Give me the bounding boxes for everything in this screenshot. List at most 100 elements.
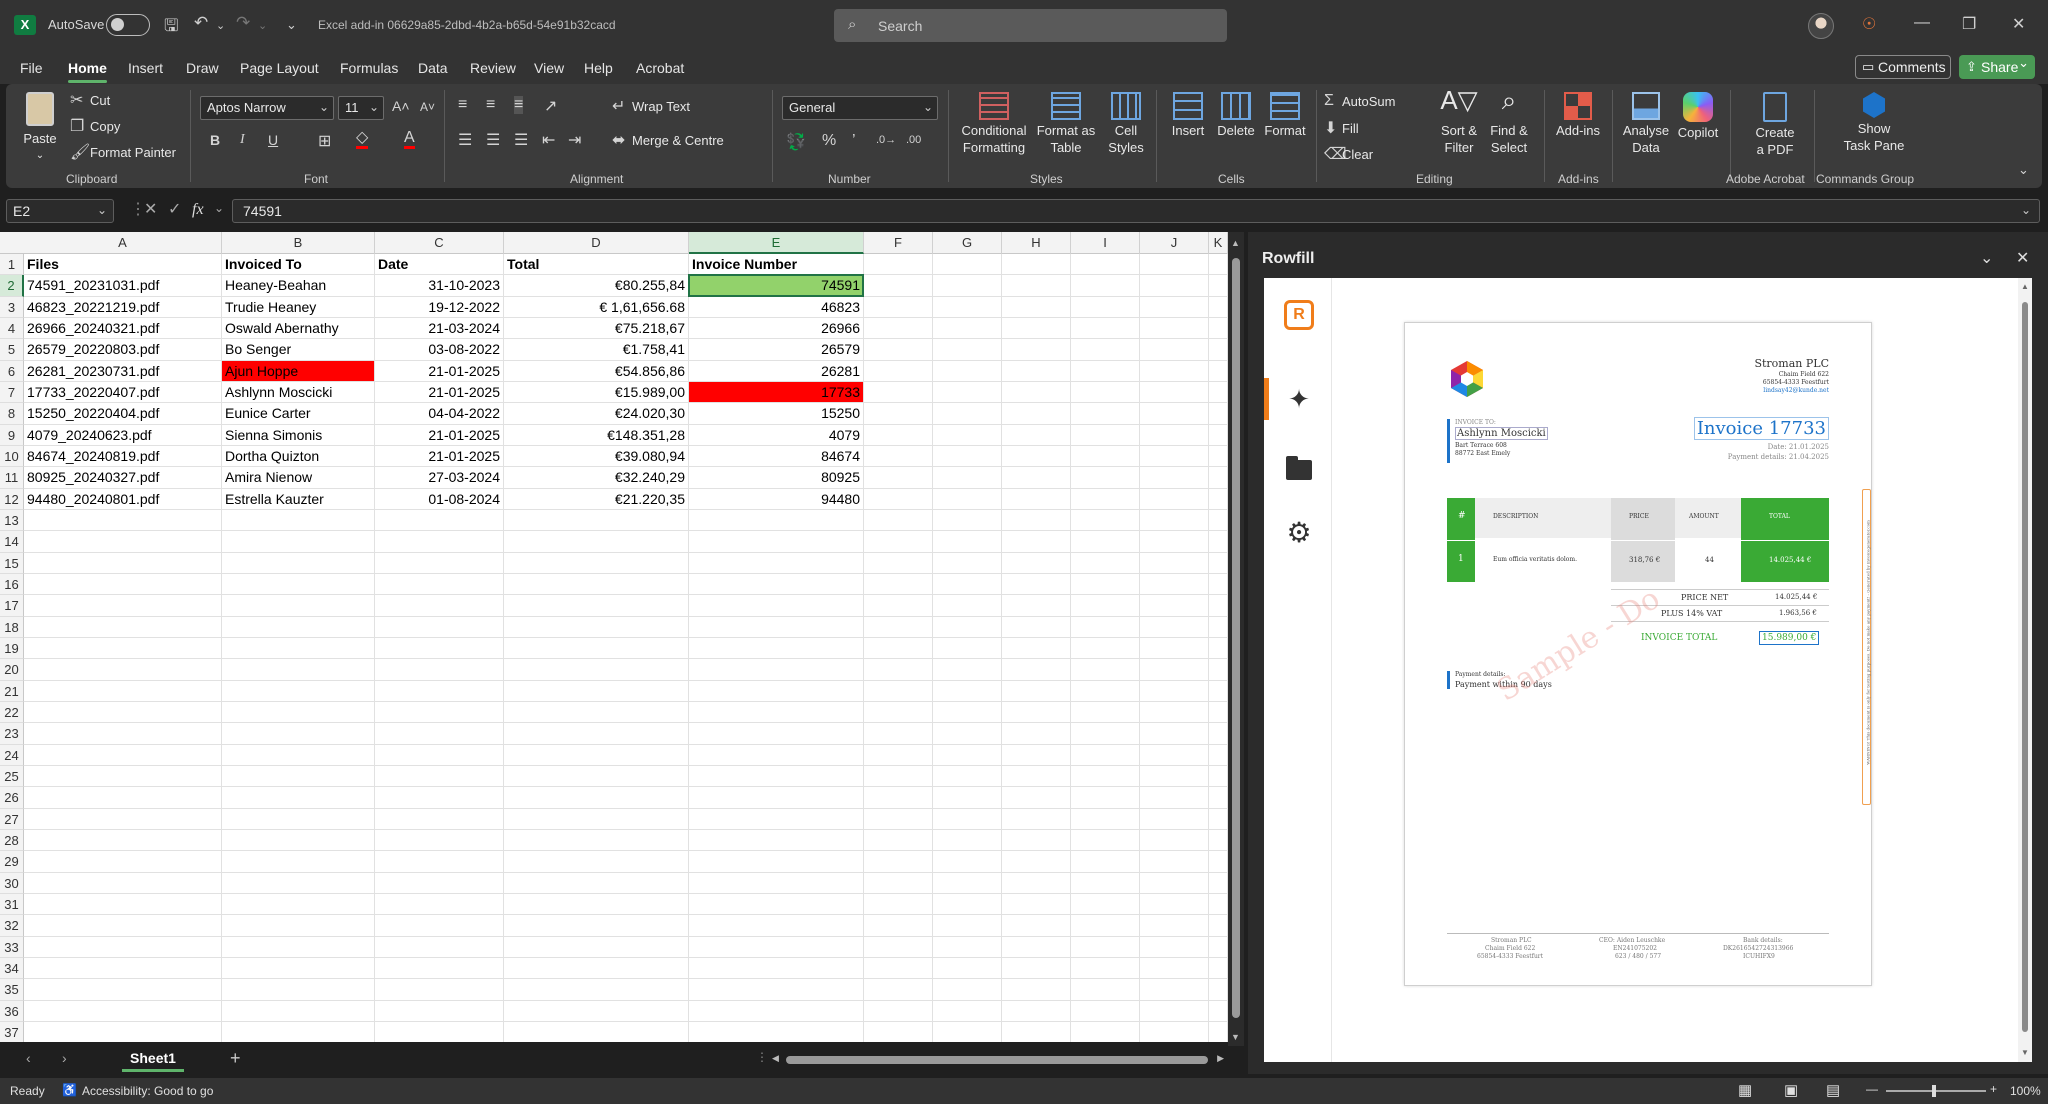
page-break-view-icon[interactable]: ▤ [1826, 1081, 1840, 1099]
number-format-select[interactable]: General ⌄ [782, 96, 938, 120]
cancel-icon[interactable]: ✕ [144, 199, 157, 219]
normal-view-icon[interactable]: ▦ [1738, 1081, 1752, 1099]
table-cell[interactable]: 26281 [689, 360, 864, 382]
format-cells-button[interactable]: Format [1260, 92, 1310, 139]
table-cell[interactable]: Amira Nienow [222, 467, 375, 489]
gear-icon[interactable]: ⚙ [1284, 518, 1314, 548]
autosave-toggle[interactable] [106, 14, 150, 36]
format-as-table-button[interactable]: Format as Table [1034, 92, 1098, 156]
table-header-cell[interactable]: Date [375, 254, 504, 276]
autosum-button[interactable]: AutoSum [1342, 94, 1395, 109]
customize-toolbar-icon[interactable]: ⌄ [286, 17, 297, 33]
scroll-down-icon[interactable]: ▼ [2021, 1048, 2029, 1057]
menu-draw[interactable]: Draw [186, 60, 219, 76]
zoom-out-icon[interactable]: — [1866, 1082, 1878, 1096]
chevron-down-icon[interactable]: ⌄ [214, 201, 224, 215]
column-header-a[interactable]: A [24, 232, 222, 254]
align-center-icon[interactable]: ☰ [486, 130, 500, 150]
cut-button[interactable]: Cut [90, 93, 110, 108]
close-icon[interactable]: ✕ [2012, 14, 2025, 34]
row-header-20[interactable]: 20 [0, 659, 24, 681]
table-cell[interactable]: Trudie Heaney [222, 296, 375, 318]
show-task-pane-button[interactable]: Show Task Pane [1832, 92, 1916, 154]
row-header-8[interactable]: 8 [0, 403, 24, 425]
row-header-27[interactable]: 27 [0, 808, 24, 830]
table-cell[interactable]: €24.020,30 [504, 403, 689, 425]
vertical-scrollbar[interactable]: ▲ ▼ [1228, 232, 1244, 1048]
scroll-right-icon[interactable]: ▶ [1217, 1053, 1224, 1064]
zoom-slider[interactable] [1886, 1085, 1986, 1097]
menu-page-layout[interactable]: Page Layout [240, 60, 319, 76]
preview-scroll-thumb[interactable] [2022, 302, 2028, 1032]
row-header-1[interactable]: 1 [0, 254, 24, 276]
scroll-down-icon[interactable]: ▼ [1231, 1032, 1240, 1042]
row-header-31[interactable]: 31 [0, 893, 24, 916]
spreadsheet-grid[interactable]: ABCDEFGHIJK 1 2 3 4 5 6 7 8 9 10 11 12 13 14 15 16 17 18 1… [0, 232, 1228, 1042]
column-header-h[interactable]: H [1002, 232, 1071, 254]
collapse-ribbon-icon[interactable]: ⌄ [2018, 162, 2029, 178]
increase-indent-icon[interactable]: ⇥ [568, 130, 581, 150]
row-header-33[interactable]: 33 [0, 936, 24, 958]
insert-function-icon[interactable]: fx [192, 201, 204, 219]
merge-centre-button[interactable]: Merge & Centre [632, 133, 724, 148]
table-cell[interactable]: 21-01-2025 [375, 445, 504, 468]
font-color-icon[interactable]: A [404, 130, 415, 149]
row-header-4[interactable]: 4 [0, 317, 24, 340]
increase-decimal-icon[interactable]: .0→ [876, 134, 896, 146]
accounting-format-icon[interactable]: 💱 [786, 132, 806, 152]
table-cell[interactable]: €54.856,86 [504, 360, 689, 382]
undo-dropdown-icon[interactable]: ⌄ [216, 19, 225, 32]
table-cell[interactable]: 26281_20230731.pdf [24, 360, 222, 382]
accessibility-status[interactable]: Accessibility: Good to go [82, 1084, 213, 1098]
increase-font-icon[interactable]: A˄ [392, 98, 410, 114]
column-header-i[interactable]: I [1071, 232, 1140, 254]
column-header-k[interactable]: K [1209, 232, 1228, 254]
menu-review[interactable]: Review [470, 60, 516, 76]
sheet-tab-sheet1[interactable]: Sheet1 [122, 1046, 184, 1072]
row-header-15[interactable]: 15 [0, 552, 24, 574]
column-header-c[interactable]: C [375, 232, 504, 254]
fill-color-icon[interactable]: ◇ [356, 130, 369, 149]
row-header-30[interactable]: 30 [0, 872, 24, 894]
table-cell[interactable]: €15.989,00 [504, 381, 689, 404]
scroll-left-icon[interactable]: ◀ [772, 1053, 779, 1064]
table-cell[interactable]: 19-12-2022 [375, 296, 504, 318]
table-cell[interactable]: 94480 [689, 488, 864, 510]
scroll-up-icon[interactable]: ▲ [1231, 238, 1240, 248]
lightbulb-icon[interactable]: ☉ [1862, 14, 1876, 34]
table-cell[interactable]: 80925 [689, 467, 864, 489]
expand-formula-icon[interactable]: ⌄ [2021, 199, 2031, 221]
menu-help[interactable]: Help [584, 60, 613, 76]
enter-icon[interactable]: ✓ [168, 199, 181, 219]
paste-button[interactable]: Paste ⌄ [18, 92, 62, 164]
table-cell[interactable]: Ashlynn Moscicki [222, 381, 375, 404]
row-header-7[interactable]: 7 [0, 381, 24, 404]
menu-acrobat[interactable]: Acrobat [636, 60, 684, 76]
add-sheet-icon[interactable]: + [230, 1048, 241, 1069]
horizontal-scrollbar[interactable]: ◀ ▶ [772, 1053, 1224, 1066]
table-cell[interactable]: Heaney-Beahan [222, 275, 375, 297]
split-handle-icon[interactable]: ⋮ [756, 1050, 768, 1064]
table-cell[interactable]: Estrella Kauzter [222, 488, 375, 510]
table-cell[interactable]: 15250_20220404.pdf [24, 403, 222, 425]
table-cell[interactable]: 80925_20240327.pdf [24, 467, 222, 489]
menu-file[interactable]: File [20, 60, 43, 76]
comments-button[interactable]: Comments [1855, 55, 1951, 79]
italic-icon[interactable]: I [240, 132, 245, 148]
scroll-up-icon[interactable]: ▲ [2021, 282, 2029, 291]
copilot-button[interactable]: Copilot [1672, 92, 1724, 141]
copy-button[interactable]: Copy [90, 119, 120, 134]
column-header-f[interactable]: F [864, 232, 933, 254]
row-header-37[interactable]: 37 [0, 1021, 24, 1042]
table-cell[interactable]: Oswald Abernathy [222, 317, 375, 340]
table-cell[interactable]: 84674_20240819.pdf [24, 445, 222, 468]
clear-button[interactable]: Clear [1342, 147, 1373, 162]
row-header-18[interactable]: 18 [0, 616, 24, 638]
borders-icon[interactable]: ⊞ [318, 131, 331, 151]
table-cell[interactable]: 74591_20231031.pdf [24, 275, 222, 297]
table-cell[interactable]: 21-03-2024 [375, 317, 504, 340]
table-cell[interactable]: €148.351,28 [504, 424, 689, 446]
decrease-font-icon[interactable]: A˅ [420, 100, 435, 114]
table-cell[interactable]: 15250 [689, 403, 864, 425]
menu-formulas[interactable]: Formulas [340, 60, 398, 76]
